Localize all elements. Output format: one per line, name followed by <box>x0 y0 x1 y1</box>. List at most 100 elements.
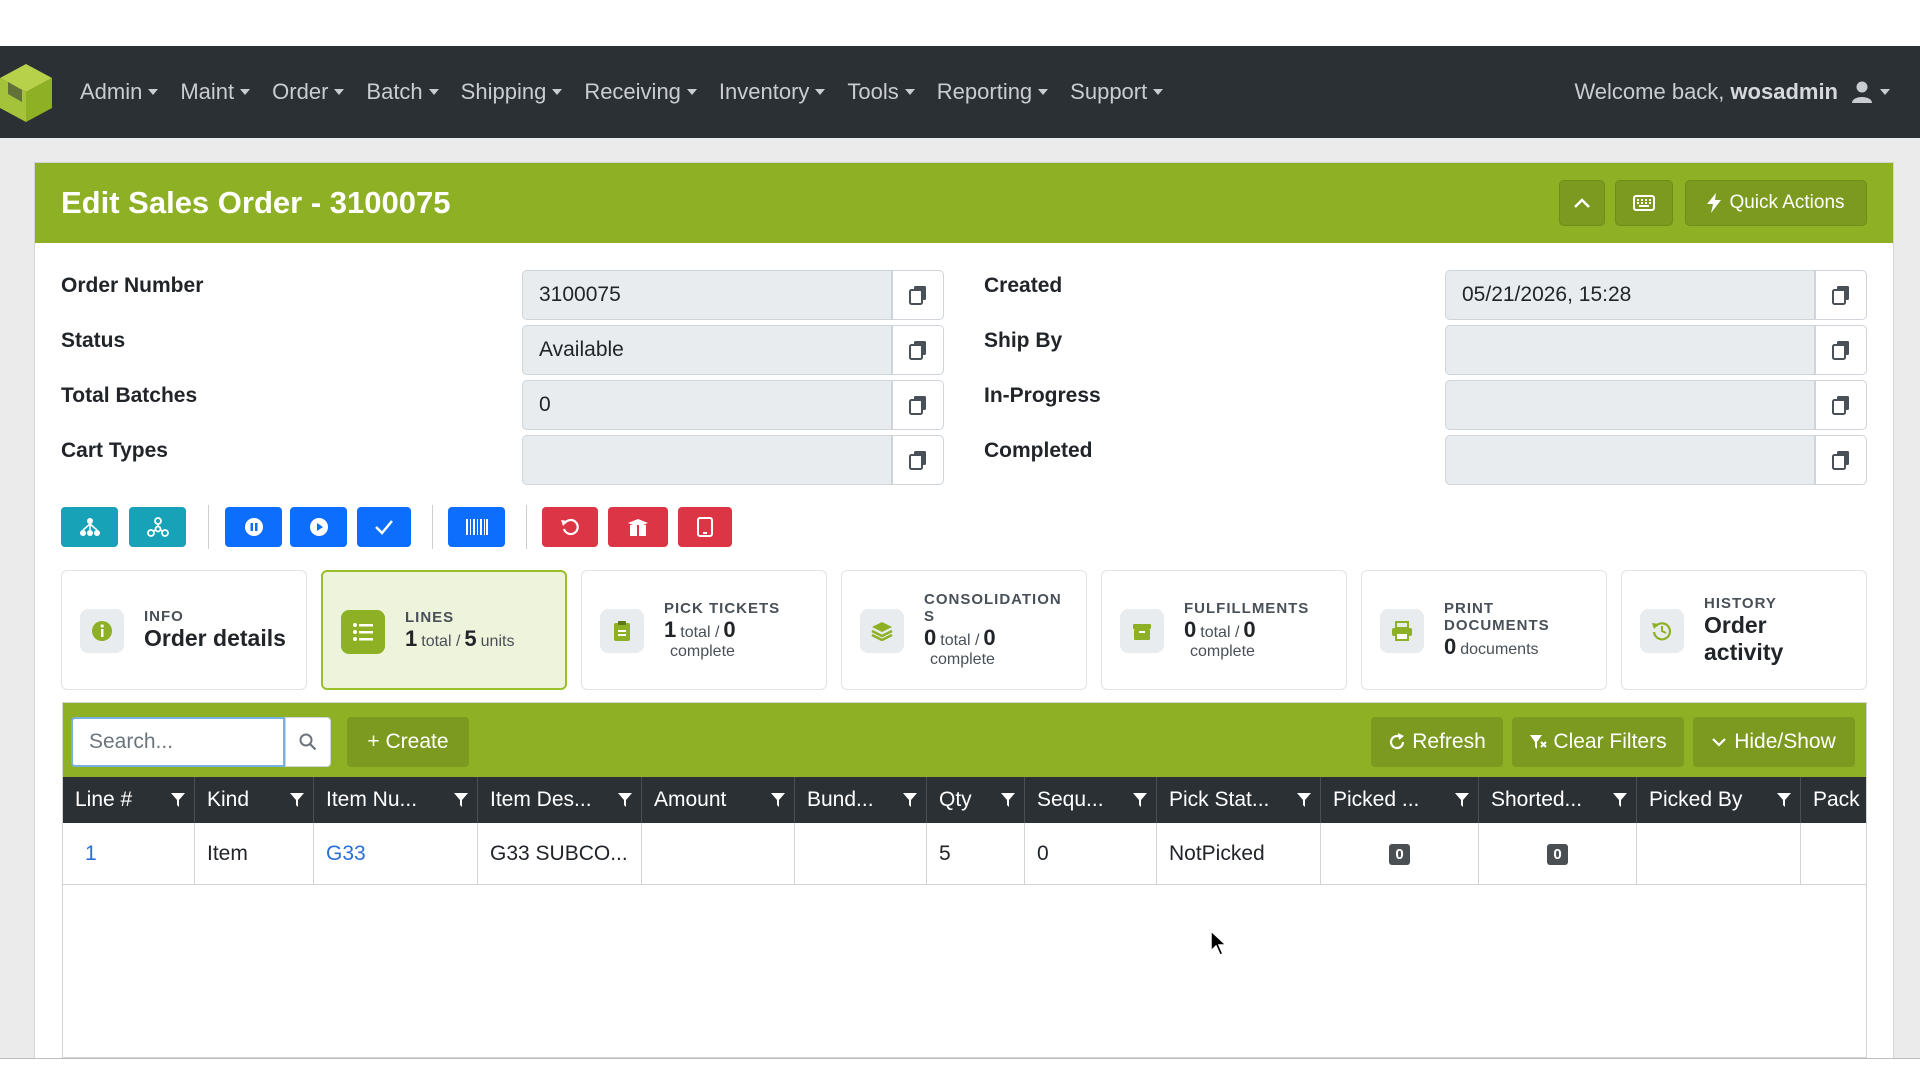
created-field[interactable]: 05/21/2026, 15:28 <box>1445 270 1815 320</box>
table-row[interactable]: 1 Item G33 G33 SUBCO... 5 0 NotPicked 0 … <box>63 823 1866 885</box>
column-header[interactable]: Shorted... <box>1479 777 1637 823</box>
hierarchy-button[interactable] <box>61 507 118 547</box>
barcode-button[interactable] <box>448 507 505 547</box>
column-header[interactable]: Item Nu... <box>314 777 478 823</box>
unpack-button[interactable] <box>608 507 668 547</box>
cart-types-field[interactable] <box>522 435 892 485</box>
complete-button[interactable] <box>357 507 411 547</box>
divider <box>526 505 527 549</box>
order-lines-grid: Search... + Create Refresh Clear Filters… <box>62 702 1867 1058</box>
copy-ship-by-button[interactable] <box>1815 325 1867 375</box>
keyboard-button[interactable] <box>1615 180 1673 226</box>
device-button[interactable] <box>678 507 732 547</box>
refresh-button[interactable]: Refresh <box>1371 717 1503 767</box>
nav-batch[interactable]: Batch <box>366 79 439 105</box>
column-header[interactable]: Kind <box>195 777 314 823</box>
ship-by-field[interactable] <box>1445 325 1815 375</box>
filter-icon[interactable] <box>902 792 918 808</box>
status-field[interactable]: Available <box>522 325 892 375</box>
filter-icon[interactable] <box>1000 792 1016 808</box>
nav-maint[interactable]: Maint <box>180 79 251 105</box>
filter-icon[interactable] <box>453 792 469 808</box>
nav-shipping[interactable]: Shipping <box>461 79 563 105</box>
history-card[interactable]: HISTORY Order activity <box>1621 570 1867 690</box>
play-button[interactable] <box>290 507 347 547</box>
order-number-label: Order Number <box>61 274 204 297</box>
lines-card[interactable]: LINES 1 total /5 units <box>321 570 567 690</box>
pause-button[interactable] <box>225 507 282 547</box>
consolidations-card[interactable]: CONSOLIDATION S 0 total /0 complete <box>841 570 1087 690</box>
completed-field[interactable] <box>1445 435 1815 485</box>
user-menu[interactable]: Welcome back, wosadmin <box>1574 46 1890 138</box>
column-header-label: Item Des... <box>490 788 592 811</box>
copy-icon <box>1832 286 1849 305</box>
print-documents-card[interactable]: PRINT DOCUMENTS 0 documents <box>1361 570 1607 690</box>
copy-created-button[interactable] <box>1815 270 1867 320</box>
column-header[interactable]: Item Des... <box>478 777 642 823</box>
clear-filters-label: Clear Filters <box>1553 730 1667 753</box>
column-header[interactable]: Amount <box>642 777 795 823</box>
nav-support[interactable]: Support <box>1070 79 1164 105</box>
filter-icon[interactable] <box>617 792 633 808</box>
nav-inventory[interactable]: Inventory <box>719 79 826 105</box>
column-header[interactable]: Bund... <box>795 777 927 823</box>
search-input[interactable]: Search... <box>71 717 285 767</box>
copy-in-progress-button[interactable] <box>1815 380 1867 430</box>
column-header[interactable]: Pick Stat... <box>1157 777 1321 823</box>
order-number-field[interactable]: 3100075 <box>522 270 892 320</box>
item-number-link[interactable]: G33 <box>314 823 478 885</box>
copy-cart-types-button[interactable] <box>892 435 944 485</box>
top-navbar: Admin Maint Order Batch Shipping Receivi… <box>0 46 1920 138</box>
mouse-cursor-icon <box>1210 930 1228 956</box>
bundle-cell <box>795 823 927 885</box>
filter-icon[interactable] <box>1612 792 1628 808</box>
filter-icon[interactable] <box>1296 792 1312 808</box>
column-header[interactable]: Pack <box>1801 777 1866 823</box>
copy-order-number-button[interactable] <box>892 270 944 320</box>
history-label: HISTORY <box>1704 594 1777 612</box>
column-header[interactable]: Qty <box>927 777 1025 823</box>
nav-admin[interactable]: Admin <box>80 79 159 105</box>
clear-filters-button[interactable]: Clear Filters <box>1512 717 1684 767</box>
hide-show-button[interactable]: Hide/Show <box>1693 717 1855 767</box>
app-logo[interactable] <box>0 64 52 122</box>
collapse-button[interactable] <box>1559 180 1605 226</box>
fulfillments-card[interactable]: FULFILLMENTS 0 total /0 complete <box>1101 570 1347 690</box>
column-header[interactable]: Picked By <box>1637 777 1801 823</box>
copy-total-batches-button[interactable] <box>892 380 944 430</box>
pick-tickets-card[interactable]: PICK TICKETS 1 total /0 complete <box>581 570 827 690</box>
nav-receiving-label: Receiving <box>584 79 681 104</box>
column-header-label: Item Nu... <box>326 788 418 811</box>
caret-down-icon <box>334 89 345 95</box>
nav-receiving[interactable]: Receiving <box>584 79 697 105</box>
nav-order[interactable]: Order <box>272 79 345 105</box>
column-header-label: Picked By <box>1649 788 1743 811</box>
lines-total: 1 <box>405 625 418 651</box>
copy-completed-button[interactable] <box>1815 435 1867 485</box>
copy-status-button[interactable] <box>892 325 944 375</box>
column-header[interactable]: Picked ... <box>1321 777 1479 823</box>
nav-tools[interactable]: Tools <box>847 79 915 105</box>
filter-icon[interactable] <box>289 792 305 808</box>
total-batches-field[interactable]: 0 <box>522 380 892 430</box>
search-button[interactable] <box>285 717 331 767</box>
filter-icon[interactable] <box>770 792 786 808</box>
pick-tickets-complete-word: complete <box>670 642 735 660</box>
in-progress-field[interactable] <box>1445 380 1815 430</box>
line-number-link[interactable]: 1 <box>63 823 195 885</box>
filter-icon[interactable] <box>1776 792 1792 808</box>
filter-icon[interactable] <box>170 792 186 808</box>
filter-icon[interactable] <box>1132 792 1148 808</box>
lines-counts: 1 total /5 units <box>405 626 518 652</box>
network-button[interactable] <box>129 507 186 547</box>
create-button[interactable]: + Create <box>347 717 469 767</box>
column-header[interactable]: Sequ... <box>1025 777 1157 823</box>
nav-shipping-label: Shipping <box>460 79 547 104</box>
revert-button[interactable] <box>542 507 598 547</box>
nav-reporting[interactable]: Reporting <box>937 79 1049 105</box>
quick-actions-button[interactable]: Quick Actions <box>1685 180 1867 226</box>
consolidations-label: CONSOLIDATION <box>924 591 1062 608</box>
column-header[interactable]: Line # <box>63 777 195 823</box>
filter-icon[interactable] <box>1454 792 1470 808</box>
info-card[interactable]: INFO Order details <box>61 570 307 690</box>
